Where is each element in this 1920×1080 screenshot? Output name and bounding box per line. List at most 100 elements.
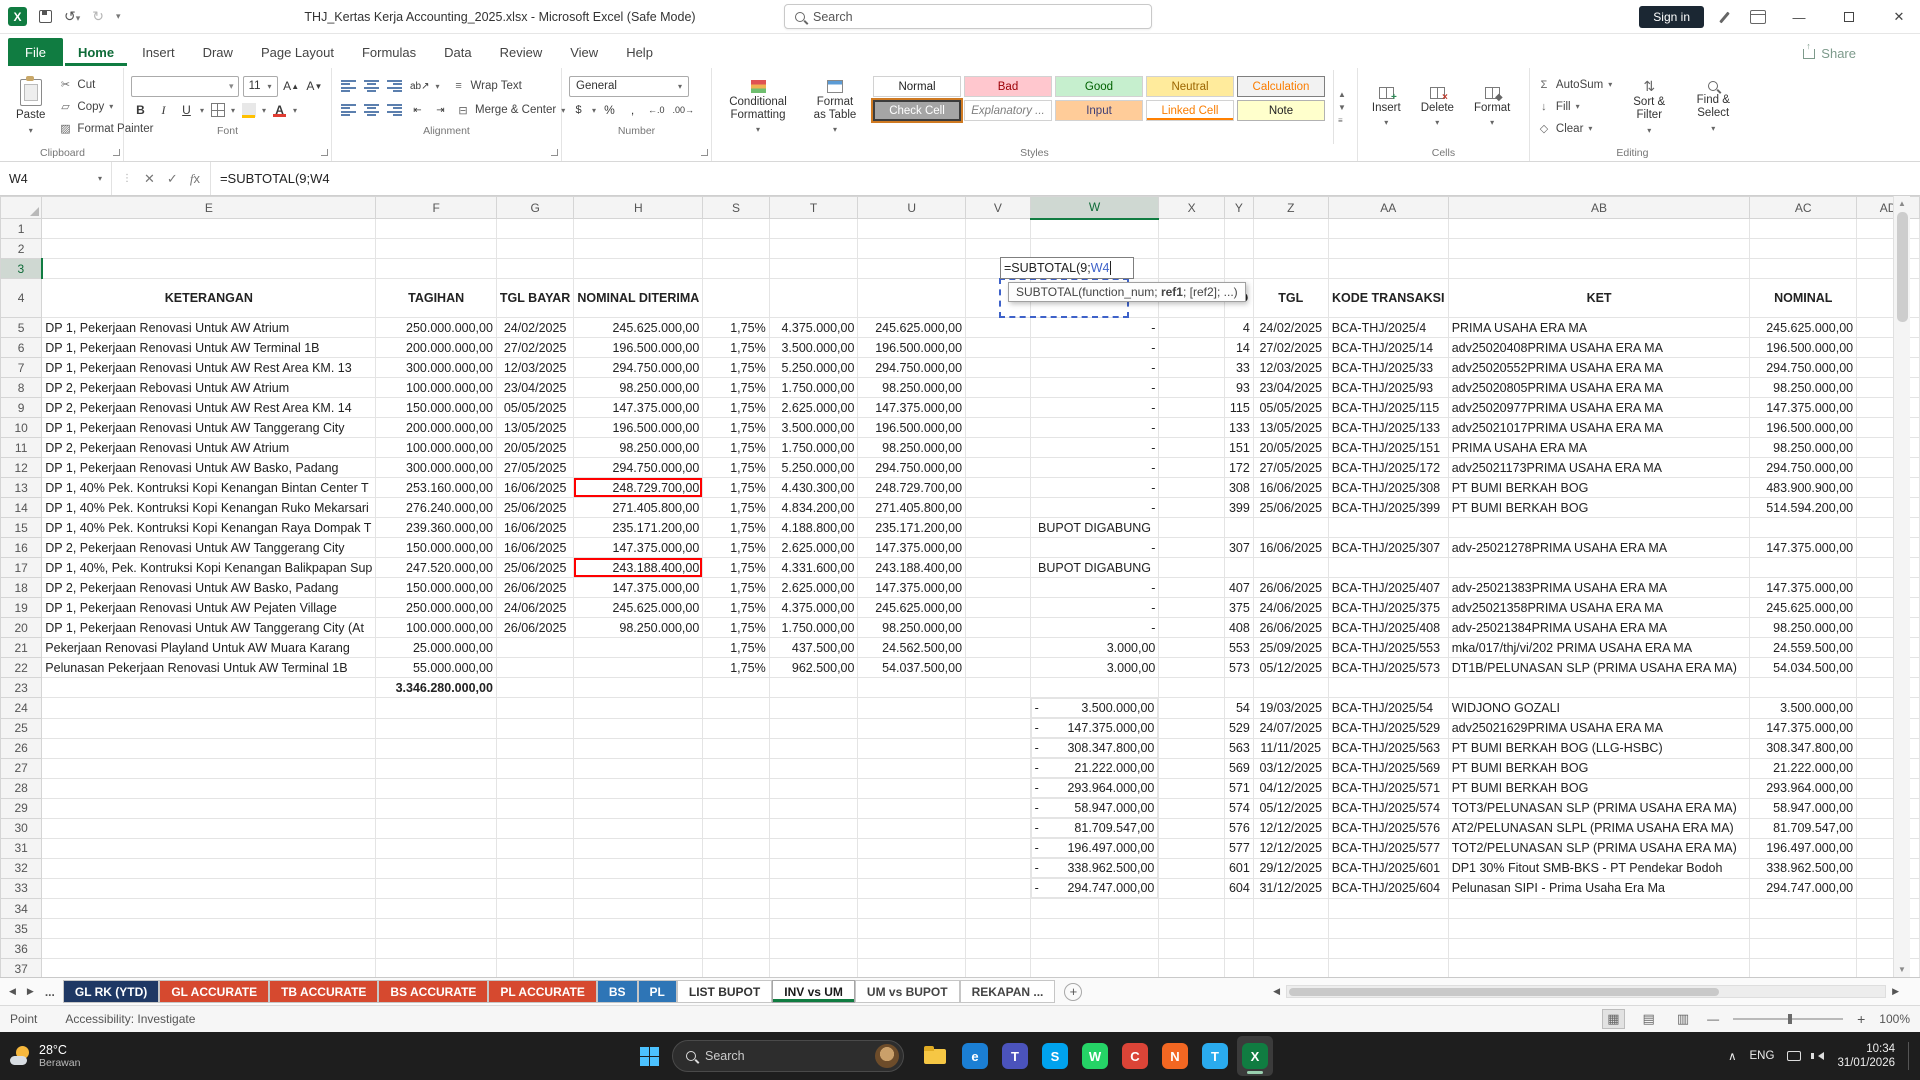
column-header-AC[interactable]: AC bbox=[1750, 197, 1857, 219]
cell-V26[interactable] bbox=[966, 738, 1031, 758]
cell-H33[interactable] bbox=[574, 878, 703, 899]
taskbar-icon-file-explorer[interactable] bbox=[917, 1036, 953, 1076]
cell-W7[interactable]: - bbox=[1030, 358, 1159, 378]
cell-U15[interactable]: 235.171.200,00 bbox=[858, 518, 966, 538]
cell-AD7[interactable] bbox=[1857, 358, 1920, 378]
cell-Z36[interactable] bbox=[1253, 939, 1328, 959]
cell-E9[interactable]: DP 2, Pekerjaan Renovasi Untuk AW Rest A… bbox=[42, 398, 376, 418]
cell-Z34[interactable] bbox=[1253, 899, 1328, 919]
save-icon[interactable] bbox=[39, 10, 52, 23]
cell-T2[interactable] bbox=[769, 239, 858, 259]
insert-function-icon[interactable]: fx bbox=[190, 171, 200, 187]
cell-X26[interactable] bbox=[1159, 738, 1225, 758]
cell-AC28[interactable]: 293.964.000,00 bbox=[1750, 778, 1857, 798]
row-header-15[interactable]: 15 bbox=[1, 518, 42, 538]
cell-AC35[interactable] bbox=[1750, 919, 1857, 939]
row-header-21[interactable]: 21 bbox=[1, 638, 42, 658]
cell-S22[interactable]: 1,75% bbox=[703, 658, 769, 678]
cell-E30[interactable] bbox=[42, 818, 376, 838]
cell-S17[interactable]: 1,75% bbox=[703, 558, 769, 578]
cell-S25[interactable] bbox=[703, 718, 769, 738]
cell-T24[interactable] bbox=[769, 698, 858, 719]
cell-AA28[interactable]: BCA-THJ/2025/571 bbox=[1328, 778, 1448, 798]
cell-H18[interactable]: 147.375.000,00 bbox=[574, 578, 703, 598]
cell-Z16[interactable]: 16/06/2025 bbox=[1253, 538, 1328, 558]
row-header-23[interactable]: 23 bbox=[1, 678, 42, 698]
cell-style-good[interactable]: Good bbox=[1055, 76, 1143, 97]
ribbon-tab-view[interactable]: View bbox=[557, 38, 611, 66]
cell-E8[interactable]: DP 2, Pekerjaan Rebovasi Untuk AW Atrium bbox=[42, 378, 376, 398]
cell-S8[interactable]: 1,75% bbox=[703, 378, 769, 398]
cell-AC14[interactable]: 514.594.200,00 bbox=[1750, 498, 1857, 518]
cell-Z19[interactable]: 24/06/2025 bbox=[1253, 598, 1328, 618]
cell-U12[interactable]: 294.750.000,00 bbox=[858, 458, 966, 478]
cell-T6[interactable]: 3.500.000,00 bbox=[769, 338, 858, 358]
cell-G4[interactable]: TGL BAYAR bbox=[496, 279, 573, 318]
new-sheet-button[interactable]: + bbox=[1064, 983, 1082, 1001]
cell-H16[interactable]: 147.375.000,00 bbox=[574, 538, 703, 558]
cell-G35[interactable] bbox=[496, 919, 573, 939]
row-header-32[interactable]: 32 bbox=[1, 858, 42, 878]
cell-X3[interactable] bbox=[1159, 259, 1225, 279]
cell-style-neutral[interactable]: Neutral bbox=[1146, 76, 1234, 97]
cell-U29[interactable] bbox=[858, 798, 966, 818]
cell-AA35[interactable] bbox=[1328, 919, 1448, 939]
undo-icon[interactable]: ↺▾ bbox=[64, 8, 80, 25]
cell-E10[interactable]: DP 1, Pekerjaan Renovasi Untuk AW Tangge… bbox=[42, 418, 376, 438]
cell-G32[interactable] bbox=[496, 858, 573, 878]
cell-Y23[interactable] bbox=[1224, 678, 1253, 698]
cell-H31[interactable] bbox=[574, 838, 703, 858]
cell-G6[interactable]: 27/02/2025 bbox=[496, 338, 573, 358]
ribbon-tab-file[interactable]: File bbox=[8, 38, 63, 66]
cell-W11[interactable]: - bbox=[1030, 438, 1159, 458]
cell-U1[interactable] bbox=[858, 219, 966, 239]
cell-X2[interactable] bbox=[1159, 239, 1225, 259]
cell-T34[interactable] bbox=[769, 899, 858, 919]
cell-AB32[interactable]: DP1 30% Fitout SMB-BKS - PT Pendekar Bod… bbox=[1448, 858, 1750, 878]
cell-X9[interactable] bbox=[1159, 398, 1225, 418]
cell-F4[interactable]: TAGIHAN bbox=[376, 279, 497, 318]
cell-F28[interactable] bbox=[376, 778, 497, 798]
cell-G20[interactable]: 26/06/2025 bbox=[496, 618, 573, 638]
number-dialog-launcher[interactable] bbox=[701, 149, 708, 156]
cell-U32[interactable] bbox=[858, 858, 966, 878]
cell-Y24[interactable]: 54 bbox=[1224, 698, 1253, 719]
cell-AA4[interactable]: KODE TRANSAKSI bbox=[1328, 279, 1448, 318]
cell-AB37[interactable] bbox=[1448, 959, 1750, 978]
cell-H15[interactable]: 235.171.200,00 bbox=[574, 518, 703, 538]
cell-T16[interactable]: 2.625.000,00 bbox=[769, 538, 858, 558]
cell-AA30[interactable]: BCA-THJ/2025/576 bbox=[1328, 818, 1448, 838]
column-header-G[interactable]: G bbox=[496, 197, 573, 219]
cell-F6[interactable]: 200.000.000,00 bbox=[376, 338, 497, 358]
cell-G8[interactable]: 23/04/2025 bbox=[496, 378, 573, 398]
cell-AC2[interactable] bbox=[1750, 239, 1857, 259]
row-header-22[interactable]: 22 bbox=[1, 658, 42, 678]
cell-W31[interactable]: -196.497.000,00 bbox=[1031, 838, 1159, 858]
decrease-indent-icon[interactable]: ⇤ bbox=[408, 101, 427, 120]
cell-F19[interactable]: 250.000.000,00 bbox=[376, 598, 497, 618]
cell-U21[interactable]: 24.562.500,00 bbox=[858, 638, 966, 658]
cell-T27[interactable] bbox=[769, 758, 858, 778]
cell-AB4[interactable]: KET bbox=[1448, 279, 1750, 318]
cell-T14[interactable]: 4.834.200,00 bbox=[769, 498, 858, 518]
cell-G9[interactable]: 05/05/2025 bbox=[496, 398, 573, 418]
cell-AB14[interactable]: PT BUMI BERKAH BOG bbox=[1448, 498, 1750, 518]
cell-AD20[interactable] bbox=[1857, 618, 1920, 638]
ribbon-tab-review[interactable]: Review bbox=[487, 38, 556, 66]
normal-view-icon[interactable]: ▦ bbox=[1602, 1009, 1624, 1029]
cell-G26[interactable] bbox=[496, 738, 573, 758]
cell-Z31[interactable]: 12/12/2025 bbox=[1253, 838, 1328, 858]
cell-style-bad[interactable]: Bad bbox=[964, 76, 1052, 97]
cell-H6[interactable]: 196.500.000,00 bbox=[574, 338, 703, 358]
column-header-Z[interactable]: Z bbox=[1253, 197, 1328, 219]
cell-AC10[interactable]: 196.500.000,00 bbox=[1750, 418, 1857, 438]
cell-X16[interactable] bbox=[1159, 538, 1225, 558]
cell-V28[interactable] bbox=[966, 778, 1031, 798]
cell-E37[interactable] bbox=[42, 959, 376, 978]
cell-AB7[interactable]: adv25020552PRIMA USAHA ERA MA bbox=[1448, 358, 1750, 378]
cell-H30[interactable] bbox=[574, 818, 703, 838]
cell-AB25[interactable]: adv25021629PRIMA USAHA ERA MA bbox=[1448, 718, 1750, 738]
cell-AB16[interactable]: adv-25021278PRIMA USAHA ERA MA bbox=[1448, 538, 1750, 558]
cell-V5[interactable] bbox=[966, 318, 1031, 338]
cell-E14[interactable]: DP 1, 40% Pek. Kontruksi Kopi Kenangan R… bbox=[42, 498, 376, 518]
